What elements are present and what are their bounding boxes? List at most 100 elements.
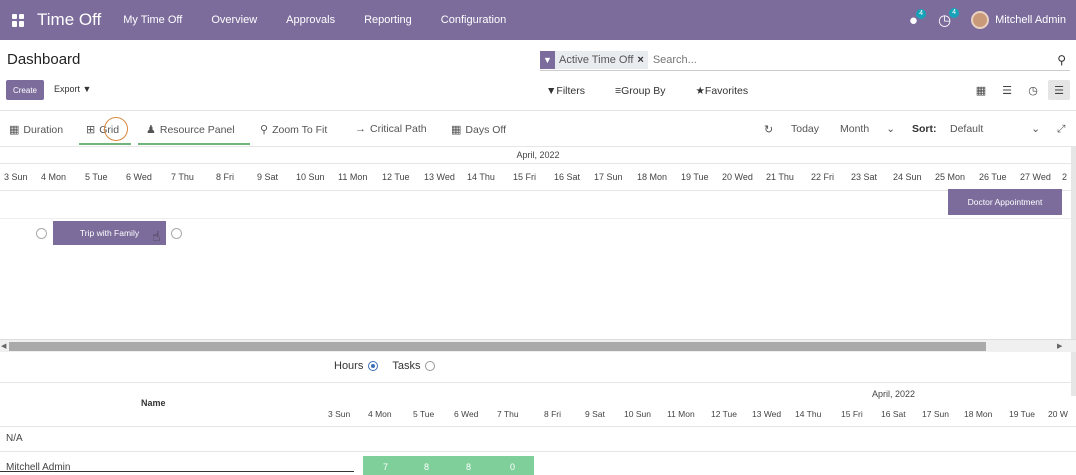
hours-cell[interactable]: 8 — [466, 462, 471, 472]
vertical-scrollbar[interactable] — [1071, 146, 1076, 396]
gantt-view-icon[interactable]: ☰ — [1048, 80, 1070, 100]
grid-divider — [0, 382, 1076, 383]
app-title[interactable]: Time Off — [37, 10, 101, 30]
search-input[interactable] — [652, 53, 1058, 66]
gantt-toolbar: ▦ Duration ⊞ Grid ♟ Resource Panel ⚲ Zoom To… — [0, 118, 1076, 145]
calendar-view-icon[interactable]: ▦ — [970, 80, 992, 100]
horizontal-scrollbar[interactable]: ◀ ▶ — [0, 339, 1076, 352]
caret-down-icon: ▼ — [82, 84, 92, 94]
timeline-day: 16 Sat — [554, 172, 581, 182]
hours-cell[interactable]: 7 — [383, 462, 388, 472]
resource-panel-button[interactable]: ♟ Resource Panel — [146, 123, 235, 137]
group-by-label: Group By — [621, 85, 666, 97]
grid-month-header: April, 2022 — [872, 389, 916, 399]
grid-day: 5 Tue — [413, 409, 435, 419]
user-menu[interactable]: Mitchell Admin — [995, 14, 1066, 26]
scroll-left-icon[interactable]: ◀ — [1, 342, 6, 350]
timeline-day: 13 Wed — [424, 172, 455, 182]
grid-day: 20 W — [1048, 409, 1068, 419]
timeline-day: 6 Wed — [126, 172, 152, 182]
zoom-icon: ⚲ — [260, 124, 269, 136]
grid-day: 19 Tue — [1009, 409, 1035, 419]
name-cell-underline — [0, 471, 354, 472]
filters-label: Filters — [556, 85, 585, 97]
zoom-to-fit-button[interactable]: ⚲ Zoom To Fit — [260, 123, 327, 137]
filter-icon: ▼ — [540, 50, 555, 69]
menu-reporting[interactable]: Reporting — [364, 14, 412, 26]
sort-dropdown[interactable]: Default ⌄ — [950, 123, 1040, 135]
search-options: ▼Filters ≡Group By ★Favorites — [546, 85, 778, 97]
refresh-glyph-icon: ↻ — [764, 124, 774, 136]
tasks-label: Tasks — [392, 360, 421, 372]
timeline-day: 5 Tue — [85, 172, 108, 182]
chat-icon[interactable]: ● 4 — [909, 8, 926, 29]
apps-menu-icon[interactable] — [12, 13, 25, 27]
avatar[interactable] — [971, 11, 990, 29]
timeline-day: 10 Sun — [296, 172, 325, 182]
sort-value: Default — [950, 123, 984, 135]
grid-active-underline — [79, 143, 131, 145]
arrow-right-icon: → — [355, 123, 366, 135]
scale-dropdown[interactable]: Month ⌄ — [840, 123, 895, 135]
facet-remove-icon[interactable]: × — [637, 54, 643, 66]
filters-button[interactable]: ▼Filters — [546, 85, 600, 97]
timeline-day: 12 Tue — [382, 172, 410, 182]
hand-cursor-icon: ☝ — [152, 228, 161, 244]
user-icon: ♟ — [146, 124, 156, 136]
export-button[interactable]: Export ▼ — [54, 84, 91, 94]
scale-label: Month — [840, 123, 870, 135]
grid-day: 18 Mon — [964, 409, 993, 419]
grid-day: 13 Wed — [752, 409, 782, 419]
menu-overview[interactable]: Overview — [211, 14, 257, 26]
timeline-day: 21 Thu — [766, 172, 794, 182]
menu-configuration[interactable]: Configuration — [441, 14, 506, 26]
group-by-button[interactable]: ≡Group By — [615, 85, 681, 97]
critical-path-button[interactable]: → Critical Path — [355, 123, 427, 135]
grid-row-name: N/A — [6, 433, 23, 444]
timeline-day: 22 Fri — [811, 172, 835, 182]
favorites-button[interactable]: ★Favorites — [696, 85, 764, 97]
grid-day: 9 Sat — [585, 409, 605, 419]
view-switcher: ▦ ☰ ◷ ☰ — [970, 80, 1074, 100]
duration-button[interactable]: ▦ Duration — [9, 123, 63, 137]
hours-cell[interactable]: 8 — [424, 462, 429, 472]
list-view-icon[interactable]: ☰ — [996, 80, 1018, 100]
tasks-radio[interactable] — [425, 361, 436, 371]
grid-day: 6 Wed — [454, 409, 479, 419]
click-highlight — [104, 117, 128, 141]
refresh-icon[interactable]: ↻ — [764, 123, 777, 136]
hours-cell[interactable]: 0 — [510, 462, 515, 472]
hours-radio[interactable] — [368, 361, 379, 371]
chat-badge: 4 — [916, 8, 926, 19]
doctor-appointment-pill[interactable]: Doctor Appointment — [948, 189, 1062, 215]
timeline-day: 9 Sat — [257, 172, 279, 182]
days-off-button[interactable]: ▦ Days Off — [451, 123, 506, 137]
top-navbar: Time Off My Time Off Overview Approvals … — [0, 0, 1076, 40]
timeline-day: 7 Thu — [171, 172, 194, 182]
grid-day: 17 Sun — [922, 409, 949, 419]
expand-icon[interactable]: ⤢ — [1057, 123, 1065, 136]
timeline-day: 24 Sun — [893, 172, 922, 182]
pill-right-handle[interactable] — [171, 228, 182, 239]
row-separator — [0, 218, 1076, 219]
timeline-day: 23 Sat — [851, 172, 878, 182]
divider — [0, 110, 1076, 111]
grid-header-divider — [0, 426, 1076, 427]
scroll-thumb[interactable] — [9, 342, 986, 351]
today-button[interactable]: Today — [791, 123, 819, 135]
activity-view-icon[interactable]: ◷ — [1022, 80, 1044, 100]
scroll-right-icon[interactable]: ▶ — [1057, 342, 1062, 350]
grid-day: 8 Fri — [544, 409, 561, 419]
pill-left-handle[interactable] — [36, 228, 47, 239]
grid-day: 7 Thu — [497, 409, 519, 419]
search-icon[interactable]: ⚲ — [1057, 53, 1066, 67]
menu-my-time-off[interactable]: My Time Off — [123, 14, 182, 26]
create-button[interactable]: Create — [6, 80, 44, 100]
trip-with-family-pill[interactable]: Trip with Family — [53, 221, 166, 245]
timeline-day: 3 Sun — [4, 172, 28, 182]
menu-approvals[interactable]: Approvals — [286, 14, 335, 26]
facet-label: Active Time Off — [559, 53, 634, 66]
activity-clock-icon[interactable]: ◷ 4 — [938, 8, 960, 29]
calendar-icon: ▦ — [451, 124, 462, 136]
grid-day: 14 Thu — [795, 409, 822, 419]
